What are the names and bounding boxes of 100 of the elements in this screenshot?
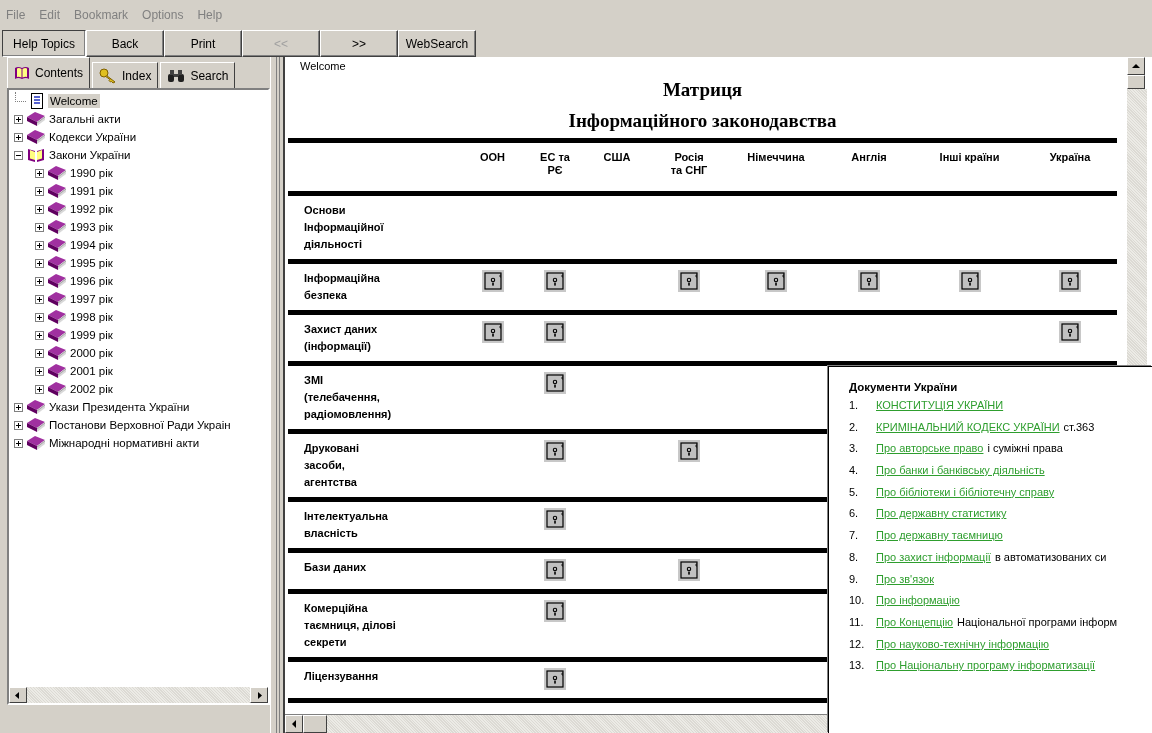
document-link[interactable]: Про бібліотеки і бібліотечну справу (876, 485, 1055, 498)
column-header: Англія (851, 151, 887, 163)
document-link[interactable]: Про захист інформації (876, 550, 991, 563)
document-link-icon[interactable] (544, 372, 566, 394)
list-number: 7. (849, 529, 860, 542)
toolbar-button[interactable]: Back (86, 30, 164, 57)
list-number: 4. (849, 464, 860, 477)
document-link-icon[interactable] (765, 270, 787, 292)
scroll-left-icon[interactable] (285, 715, 303, 733)
expand-icon[interactable] (34, 258, 44, 268)
document-link[interactable]: Про державну таємницю (876, 529, 1003, 542)
scroll-left-icon[interactable] (9, 687, 27, 703)
expand-icon[interactable] (34, 366, 44, 376)
document-link[interactable]: Про науково-технічну інформацію (876, 637, 1049, 650)
expand-icon[interactable] (34, 384, 44, 394)
tree-item[interactable]: 1998 рік (68, 310, 115, 324)
collapse-icon[interactable] (13, 150, 23, 160)
heading: Матриця (661, 78, 744, 102)
document-link[interactable]: КОНСТИТУЦІЯ УКРАЇНИ (876, 399, 1004, 411)
document-link-icon[interactable] (544, 668, 566, 690)
document-link-icon[interactable] (544, 600, 566, 622)
toolbar-button[interactable]: Help Topics (2, 30, 86, 57)
tree-item[interactable]: 1995 рік (68, 256, 115, 270)
expand-icon[interactable] (34, 348, 44, 358)
row-header: ЗМІ (телебачення, радіомовлення) (304, 374, 392, 420)
expand-icon[interactable] (34, 168, 44, 178)
tree-item[interactable]: 1991 рік (68, 184, 115, 198)
toolbar-button[interactable]: WebSearch (398, 30, 476, 57)
popup-title: Документи України (849, 381, 959, 393)
expand-icon[interactable] (34, 276, 44, 286)
column-header: ЕС та РЄ (540, 151, 570, 176)
tree-item[interactable]: 1997 рік (68, 292, 115, 306)
document-link[interactable]: Про банки і банківську діяльність (876, 464, 1045, 477)
document-link[interactable]: Про державну статистику (876, 507, 1007, 520)
document-link-icon[interactable] (858, 270, 880, 292)
toolbar-button[interactable]: Print (164, 30, 242, 57)
tree-item[interactable]: Кодекси України (47, 130, 139, 144)
document-link-icon[interactable] (678, 559, 700, 581)
document-link-icon[interactable] (481, 321, 504, 343)
expand-icon[interactable] (34, 240, 44, 250)
scroll-right-icon[interactable] (250, 687, 268, 703)
book-icon (46, 327, 68, 343)
tree-item[interactable]: 1992 рік (68, 202, 115, 216)
document-link[interactable]: Про авторське право (876, 442, 984, 455)
document-link-icon[interactable] (1059, 270, 1081, 292)
expand-icon[interactable] (34, 294, 44, 304)
expand-icon[interactable] (34, 330, 44, 340)
tree-item[interactable]: Загальні акти (47, 112, 123, 126)
list-number: 8. (849, 550, 860, 563)
tree-item[interactable]: 2002 рік (68, 382, 115, 396)
tree-item[interactable]: Міжнародні нормативні акти (47, 436, 202, 450)
horizontal-scrollbar[interactable] (9, 687, 268, 703)
toolbar-button[interactable]: >> (320, 30, 398, 57)
document-link-icon[interactable] (544, 440, 566, 462)
tree-item[interactable]: Закони України (47, 148, 133, 162)
book-icon (46, 363, 68, 379)
splitter-bar[interactable] (270, 57, 285, 733)
document-link-icon[interactable] (544, 321, 566, 343)
tree-item[interactable]: 1990 рік (68, 166, 115, 180)
expand-icon[interactable] (34, 222, 44, 232)
row-header: Друковані засоби, агентства (304, 442, 360, 488)
tree-item[interactable]: Укази Президента України (47, 400, 192, 414)
heading: Інформаційного законодавства (567, 109, 838, 133)
tree-item[interactable]: 1996 рік (68, 274, 115, 288)
tree-item[interactable]: 1999 рік (68, 328, 115, 342)
tree-item[interactable]: 1993 рік (68, 220, 115, 234)
document-link-icon[interactable] (678, 440, 700, 462)
tree-item[interactable]: Постанови Верховної Ради Украін (47, 418, 233, 432)
row-header: Інтелектуальна власність (304, 510, 388, 539)
expand-icon[interactable] (13, 132, 23, 142)
expand-icon[interactable] (34, 186, 44, 196)
expand-icon[interactable] (34, 204, 44, 214)
document-link[interactable]: Про інформацію (876, 594, 960, 607)
tree-item[interactable]: 1994 рік (68, 238, 115, 252)
expand-icon[interactable] (13, 402, 23, 412)
scroll-thumb[interactable] (303, 715, 327, 733)
document-link-icon[interactable] (1059, 321, 1081, 343)
tab[interactable]: Contents (7, 57, 91, 88)
contents-tree[interactable] (7, 88, 270, 705)
tree-item[interactable]: 2001 рік (68, 364, 115, 378)
document-link-icon[interactable] (678, 270, 700, 292)
expand-icon[interactable] (13, 114, 23, 124)
expand-icon[interactable] (13, 438, 23, 448)
tree-item[interactable]: 2000 рік (68, 346, 115, 360)
document-link-icon[interactable] (544, 270, 566, 292)
document-link-icon[interactable] (481, 270, 504, 292)
tree-item[interactable]: Welcome (48, 94, 100, 108)
column-header: Інші країни (939, 151, 1000, 163)
document-link-icon[interactable] (544, 559, 566, 581)
scroll-thumb[interactable] (1127, 75, 1145, 89)
book-icon (25, 435, 47, 451)
expand-icon[interactable] (34, 312, 44, 322)
scroll-up-icon[interactable] (1127, 57, 1145, 75)
document-link[interactable]: Про Концепцію (876, 615, 954, 628)
document-link[interactable]: Про Національну програму інформатизації (876, 659, 1096, 672)
document-link[interactable]: КРИМІНАЛЬНИЙ КОДЕКС УКРАЇНИ (876, 420, 1060, 433)
expand-icon[interactable] (13, 420, 23, 430)
document-link[interactable]: Про зв'язок (876, 572, 934, 585)
document-link-icon[interactable] (544, 508, 566, 530)
document-link-icon[interactable] (958, 270, 981, 292)
